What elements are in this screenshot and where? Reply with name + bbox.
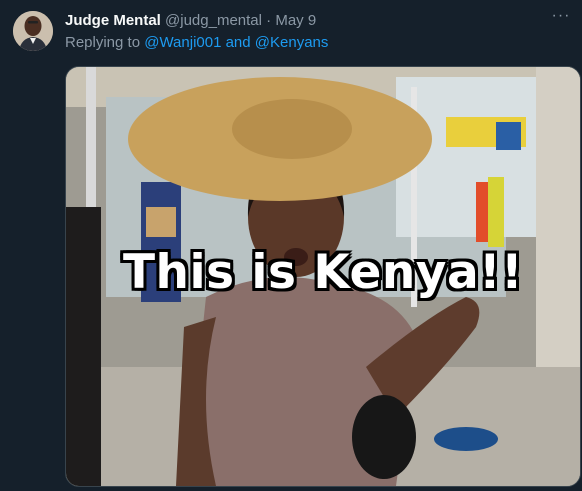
tweet[interactable]: Judge Mental @judg_mental · May 9 ··· Re… [0, 0, 582, 491]
author-handle[interactable]: @judg_mental [165, 12, 262, 29]
separator-dot: · [266, 12, 272, 29]
avatar-image [13, 11, 53, 51]
more-horizontal-icon[interactable]: ··· [550, 8, 572, 26]
tweet-header: Judge Mental @judg_mental · May 9 [65, 12, 316, 30]
media-caption: This is Kenya!! [122, 245, 524, 300]
reply-context: Replying to @Wanji001 and @Kenyans [65, 34, 328, 52]
reply-prefix: Replying to [65, 34, 145, 51]
tweet-date[interactable]: May 9 [275, 12, 316, 29]
tweet-media[interactable]: This is Kenya!! [65, 66, 581, 487]
author-name[interactable]: Judge Mental [65, 12, 161, 29]
reply-mentions[interactable]: @Wanji001 and @Kenyans [144, 34, 328, 51]
avatar[interactable] [13, 11, 53, 51]
